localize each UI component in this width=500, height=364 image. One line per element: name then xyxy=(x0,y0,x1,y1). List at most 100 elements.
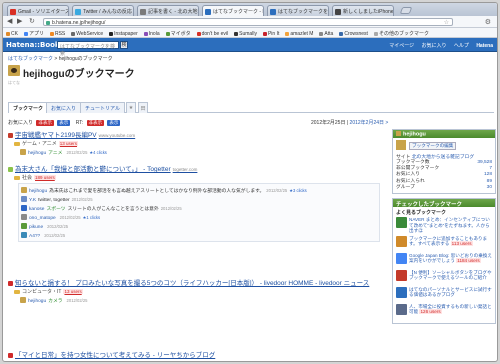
entry-title[interactable]: 知らないと損する！ プロみたいな写真を撮る5つのコツ（ライフハッカー[日本版]）… xyxy=(8,277,386,287)
checked-bookmark-text[interactable]: 【N 便利】ソーシャルボタンをブログやブックマークで使えるツールのご紹介 xyxy=(409,270,492,281)
browser-tab[interactable]: Gmail - ソリエイターズがい xyxy=(7,5,69,16)
bookmark-item[interactable]: Pin It xyxy=(260,29,282,37)
site-thumbnail-icon xyxy=(396,252,407,264)
comment-user[interactable]: hejihogu xyxy=(28,299,46,304)
entry-title[interactable]: 宇宙戦艦ヤマト2199長編PV www.youtube.com xyxy=(8,129,386,139)
tab-tutorial[interactable]: チュートリアル xyxy=(80,102,125,113)
checked-bookmark-text[interactable]: はてなのパーソナルとサービスに試行する価値はあるかプログ xyxy=(409,287,492,298)
tab-bookmarks[interactable]: ブックマーク xyxy=(8,102,49,113)
comment-user[interactable]: kanose xyxy=(29,207,44,212)
filter-show-button[interactable]: 表示 xyxy=(57,120,71,126)
help-link[interactable]: ヘルプ xyxy=(454,43,469,49)
checked-bookmark-users[interactable]: 1184 users xyxy=(456,258,481,264)
user-avatar[interactable] xyxy=(21,187,27,193)
bookmark-item[interactable]: Inola xyxy=(141,29,163,37)
bookmark-item[interactable]: マイボタ xyxy=(163,28,194,37)
comment-date: 2012/02/25 xyxy=(59,215,81,220)
comment-stars[interactable]: ★1 clicks xyxy=(83,215,100,220)
filter-hide-button[interactable]: 非表示 xyxy=(36,120,54,126)
bookmark-item[interactable]: Sumally xyxy=(231,29,260,37)
user-avatar[interactable] xyxy=(20,297,26,303)
entry-category[interactable]: ゲーム・アニメ xyxy=(22,141,57,147)
wrench-icon[interactable]: ⚙ xyxy=(485,18,491,26)
comment-user[interactable]: A4?? xyxy=(29,234,40,239)
checked-bookmark-users[interactable]: 126 users xyxy=(419,309,442,315)
checked-bookmark-item[interactable]: 【N 便利】ソーシャルボタンをブログやブックマークで使えるツールのご紹介 xyxy=(396,269,492,285)
comment-user[interactable]: pikune xyxy=(29,225,43,230)
browser-tab[interactable]: はてなブックマーク - hej xyxy=(202,5,264,16)
breadcrumb-home[interactable]: はてなブックマーク xyxy=(8,56,53,62)
search-button[interactable]: 検 xyxy=(120,41,128,49)
browser-tab[interactable]: 記事を書く - 北の大地から xyxy=(137,5,199,16)
entry-title[interactable]: 「マイと日常」を持つ女性について考えてみる - リーヤちからブログ xyxy=(8,349,386,359)
bookmark-star-icon[interactable]: ☆ xyxy=(444,19,449,26)
user-avatar[interactable] xyxy=(21,205,27,211)
entry-category[interactable]: コンピュータ・IT xyxy=(22,289,61,295)
bookmark-item[interactable]: WebService xyxy=(68,29,106,37)
bookmark-item[interactable]: CK xyxy=(3,29,21,37)
hatena-logo[interactable]: Hatena xyxy=(476,43,493,49)
search-input[interactable]: はてなブックマークを検索 xyxy=(57,41,119,57)
profile-avatar[interactable] xyxy=(396,140,406,150)
browser-tab[interactable]: 新しくしましたiPhone 8用 xyxy=(332,5,394,16)
bookmark-item[interactable]: amazlet M xyxy=(282,29,316,37)
bookmark-item[interactable]: Atta xyxy=(316,29,336,37)
mypage-link[interactable]: マイページ xyxy=(389,43,414,49)
user-avatar[interactable] xyxy=(21,214,27,220)
entry-title-text[interactable]: 知らないと損する！ プロみたいな写真を撮る5つのコツ（ライフハッカー[日本版]）… xyxy=(15,280,369,287)
checked-bookmark-item[interactable]: はてなのパーソナルとサービスに試行する価値はあるかプログ xyxy=(396,286,492,302)
tab-favorites[interactable]: お気に入り xyxy=(46,102,82,113)
user-avatar[interactable] xyxy=(20,149,26,155)
bookmark-item[interactable]: don't be evil xyxy=(194,29,232,37)
bookmark-item[interactable]: その他のブックマーク xyxy=(371,28,432,37)
bookmark-item[interactable]: Crowsnest xyxy=(336,29,371,37)
address-bar[interactable]: b.hatena.ne.jp/hejihogu/ ☆ xyxy=(43,18,453,26)
comment-user[interactable]: hejihogu xyxy=(28,151,46,156)
reload-icon[interactable]: ↻ xyxy=(29,18,35,26)
bookmark-item[interactable]: RSS xyxy=(47,29,68,37)
comment-user[interactable]: Y.K xyxy=(29,198,36,203)
checked-bookmark-text[interactable]: NAVER まとめ：インセンティブについて改めて“まとめ”をたずねます。人から出… xyxy=(409,217,490,233)
entry-users-count[interactable]: 13 users xyxy=(63,289,83,294)
comment-user[interactable]: ono_matope xyxy=(29,216,56,221)
forward-icon[interactable]: ▶ xyxy=(17,18,22,26)
browser-tab[interactable]: Twitter / みんなの反応 xyxy=(72,5,134,16)
previous-date-link[interactable]: 2012年2月24日 > xyxy=(350,120,389,126)
rt-show-button[interactable]: 表示 xyxy=(107,120,121,126)
user-avatar[interactable] xyxy=(21,223,27,229)
comment-tag[interactable]: カメラ xyxy=(48,299,62,304)
comment-stars[interactable]: ★3 clicks xyxy=(289,188,306,193)
user-avatar[interactable] xyxy=(21,196,27,202)
entry-category[interactable]: 社会 xyxy=(22,175,32,181)
avatar[interactable] xyxy=(8,65,20,76)
rt-hide-button[interactable]: 非表示 xyxy=(86,120,104,126)
checked-bookmark-item[interactable]: Google Japan Blog: 思いどおりの乗換え案内をいかがでしょう 1… xyxy=(396,252,492,268)
edit-bookmarks-button[interactable]: ブックマークの編集 xyxy=(409,142,457,150)
profile-name[interactable]: hejihogu xyxy=(403,132,426,138)
stat-value[interactable]: 30 xyxy=(487,185,492,191)
bookmark-item[interactable]: アプリ xyxy=(21,28,47,37)
user-avatar[interactable] xyxy=(21,232,27,238)
favorites-link[interactable]: お気に入り xyxy=(422,43,447,49)
entry-title-text[interactable]: 為末大さん「我慢と部活動と鬱について。」 - Togetter xyxy=(15,166,171,173)
entry-title-text[interactable]: 宇宙戦艦ヤマト2199長編PV xyxy=(15,132,97,139)
checked-bookmark-users[interactable]: 113 users xyxy=(450,241,473,247)
entry-title-text[interactable]: 「マイと日常」を持つ女性について考えてみる - リーヤちからブログ xyxy=(15,352,215,359)
comment-tag[interactable]: アニメ xyxy=(48,151,62,156)
entry-title[interactable]: 為末大さん「我慢と部活動と鬱について。」 - Togetter togetter.… xyxy=(8,163,386,173)
entry-users-count[interactable]: 13 users xyxy=(58,141,79,146)
comment-tag[interactable]: スポーツ xyxy=(46,207,65,212)
back-icon[interactable]: ◀ xyxy=(7,18,12,26)
bookmark-item[interactable]: Instapaper xyxy=(106,29,141,37)
tab-favicon-icon xyxy=(10,9,16,15)
tab-grid-icon[interactable]: 田 xyxy=(138,102,148,113)
tab-star-icon[interactable]: ★ xyxy=(126,102,136,113)
checked-bookmark-item[interactable]: 人、市場全に投資するもの新しい発話と可能 126 users xyxy=(396,303,492,319)
comment-stars[interactable]: ★4 clicks xyxy=(89,150,106,155)
checked-bookmark-item[interactable]: NAVER まとめ：インセンティブについて改めて“まとめ”をたずねます。人から出… xyxy=(396,217,492,234)
checked-bookmark-text[interactable]: ブックマークに追加することもあります。すべて表示する xyxy=(409,236,487,247)
checked-bookmark-item[interactable]: ブックマークに追加することもあります。すべて表示する 113 users xyxy=(396,235,492,251)
comment-user[interactable]: hejihogu xyxy=(29,189,47,194)
browser-tab[interactable]: はてなブックマークを便利 xyxy=(267,5,329,16)
entry-users-count[interactable]: 189 users xyxy=(34,175,56,180)
